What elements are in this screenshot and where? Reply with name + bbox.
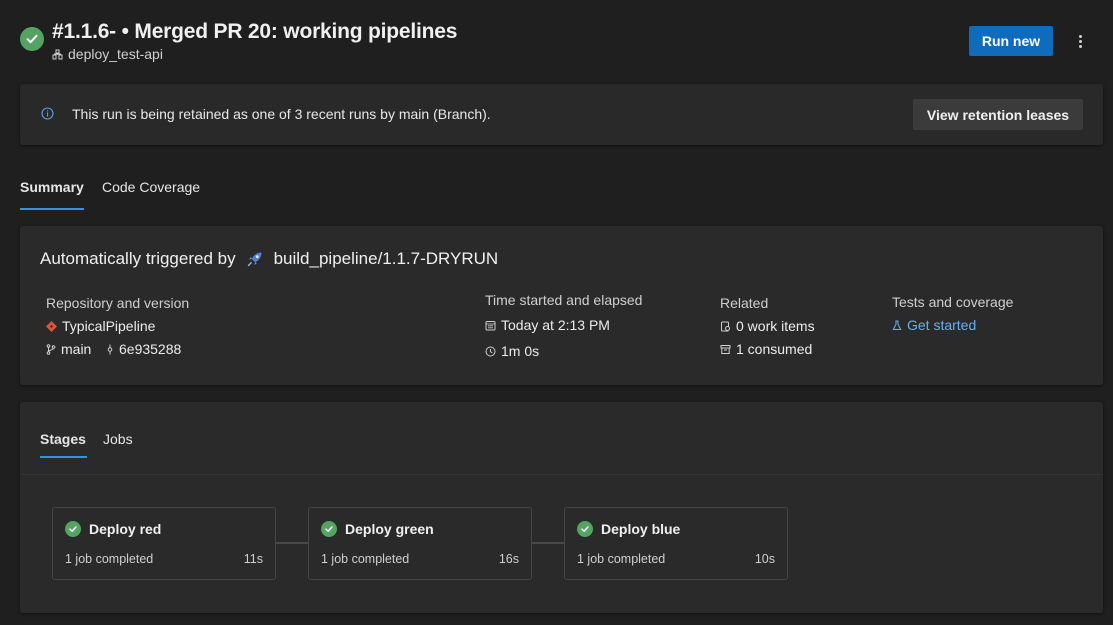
time-elapsed-value: 1m 0s xyxy=(501,343,540,359)
tab-stages-indicator xyxy=(40,456,87,458)
stage-connector xyxy=(532,542,564,544)
stage-name: Deploy green xyxy=(345,521,434,537)
trigger-source-link[interactable]: build_pipeline/1.1.7-DRYRUN xyxy=(274,249,499,269)
retention-banner: This run is being retained as one of 3 r… xyxy=(20,84,1103,145)
tab-summary[interactable]: Summary xyxy=(20,179,84,195)
view-retention-leases-button[interactable]: View retention leases xyxy=(913,99,1083,130)
commit-link[interactable]: 6e935288 xyxy=(106,341,181,357)
work-item-icon xyxy=(720,321,731,332)
artifact-icon xyxy=(720,344,731,355)
stage-success-icon xyxy=(65,521,81,537)
consumed-value: 1 consumed xyxy=(736,341,813,357)
flask-icon xyxy=(892,320,902,331)
rocket-icon xyxy=(246,250,264,268)
time-label: Time started and elapsed xyxy=(485,292,643,308)
stage-status: 1 job completed xyxy=(321,552,410,566)
info-icon xyxy=(41,107,54,123)
stage-success-icon xyxy=(321,521,337,537)
stage-status: 1 job completed xyxy=(577,552,666,566)
git-repo-icon xyxy=(46,320,57,332)
stage-duration: 11s xyxy=(243,552,263,566)
stage-connector xyxy=(276,542,308,544)
branch-link[interactable]: main xyxy=(46,341,91,357)
pipeline-name: deploy_test-api xyxy=(68,46,163,62)
repo-link[interactable]: TypicalPipeline xyxy=(46,318,155,334)
tests-label: Tests and coverage xyxy=(892,294,1014,310)
branch-icon xyxy=(46,343,56,355)
stage-success-icon xyxy=(577,521,593,537)
tab-stages[interactable]: Stages xyxy=(40,431,86,447)
stage-duration: 16s xyxy=(498,552,519,566)
stages-divider xyxy=(20,474,1103,475)
consumed-link[interactable]: 1 consumed xyxy=(720,341,812,357)
work-items-value: 0 work items xyxy=(736,318,815,334)
calendar-icon xyxy=(485,320,496,331)
stage-deploy-green[interactable]: Deploy green 1 job completed 16s xyxy=(308,507,532,580)
retention-message: This run is being retained as one of 3 r… xyxy=(72,106,491,122)
time-started-value: Today at 2:13 PM xyxy=(501,317,610,333)
pipeline-link[interactable]: deploy_test-api xyxy=(52,46,163,62)
stage-name: Deploy red xyxy=(89,521,162,537)
summary-card: Automatically triggered by build_pipelin… xyxy=(20,226,1103,385)
stage-name: Deploy blue xyxy=(601,521,681,537)
stage-status: 1 job completed xyxy=(65,552,154,566)
stage-deploy-blue[interactable]: Deploy blue 1 job completed 10s xyxy=(564,507,788,580)
get-started-link[interactable]: Get started xyxy=(907,317,976,333)
branch-name: main xyxy=(61,341,92,357)
tab-summary-indicator xyxy=(20,208,84,210)
clock-icon xyxy=(485,346,496,357)
related-label: Related xyxy=(720,295,769,311)
tab-code-coverage[interactable]: Code Coverage xyxy=(102,179,200,195)
stages-card: Stages Jobs Deploy red 1 job completed 1… xyxy=(20,402,1103,613)
commit-hash: 6e935288 xyxy=(119,341,182,357)
pipeline-icon xyxy=(52,49,63,60)
tests-get-started[interactable]: Get started xyxy=(892,317,976,333)
trigger-prefix: Automatically triggered by xyxy=(40,249,236,268)
more-options-icon[interactable] xyxy=(1070,28,1090,54)
stage-duration: 10s xyxy=(754,552,775,566)
tab-jobs[interactable]: Jobs xyxy=(103,431,133,447)
run-title: #1.1.6- • Merged PR 20: working pipeline… xyxy=(52,20,458,43)
stage-deploy-red[interactable]: Deploy red 1 job completed 11s xyxy=(52,507,276,580)
time-elapsed: 1m 0s xyxy=(485,343,539,359)
repo-label: Repository and version xyxy=(46,295,190,311)
work-items-link[interactable]: 0 work items xyxy=(720,318,815,334)
run-success-icon xyxy=(20,27,44,51)
commit-icon xyxy=(106,344,114,355)
trigger-row: Automatically triggered by build_pipelin… xyxy=(40,249,498,269)
run-new-button[interactable]: Run new xyxy=(969,26,1053,56)
repo-name: TypicalPipeline xyxy=(62,318,156,334)
time-started: Today at 2:13 PM xyxy=(485,317,610,333)
